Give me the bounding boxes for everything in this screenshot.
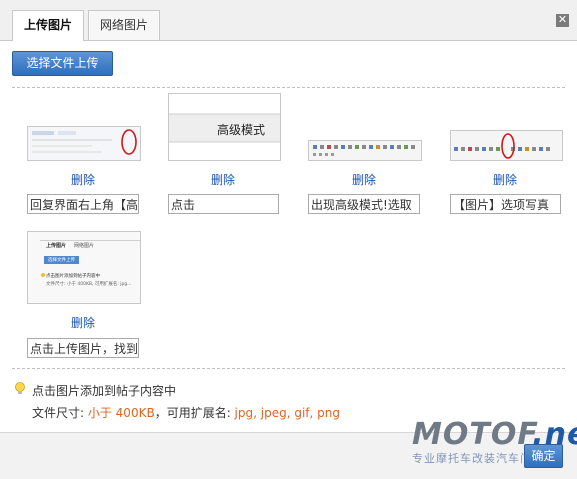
thumbnail-3-graphic — [309, 141, 421, 160]
dialog-footer — [0, 432, 577, 479]
delete-link-5[interactable]: 删除 — [43, 314, 123, 331]
thumbnail-4-graphic — [451, 131, 562, 160]
caption-input-2[interactable]: 点击 — [168, 194, 279, 214]
divider-top — [12, 87, 565, 88]
delete-link-3[interactable]: 删除 — [324, 171, 404, 188]
caption-input-5[interactable]: 点击上传图片，找到 — [27, 338, 139, 358]
image-thumbnail-1[interactable] — [27, 126, 141, 161]
image-thumbnail-4[interactable] — [450, 130, 563, 161]
thumbnail-5-bulb-icon — [41, 273, 45, 277]
thumbnail-5-btn: 选择文件上传 — [44, 256, 79, 264]
ext-label: ，可用扩展名: — [154, 406, 235, 420]
caption-input-3[interactable]: 出现高级模式!选取 — [308, 194, 420, 214]
delete-link-4[interactable]: 删除 — [465, 171, 545, 188]
delete-link-2[interactable]: 删除 — [183, 171, 263, 188]
caption-input-4[interactable]: 【图片】选项写真 — [450, 194, 561, 214]
caption-input-1[interactable]: 回复界面右上角【高 — [27, 194, 139, 214]
tab-web-image[interactable]: 网络图片 — [88, 10, 161, 40]
thumbnail-1-graphic — [28, 127, 140, 160]
size-label: 文件尺寸: — [32, 406, 88, 420]
thumbnail-5-rule — [40, 240, 140, 241]
thumbnail-5-line1: 点击图片添加到帖子内容中 — [46, 274, 100, 279]
thumbnail-5-line2: 文件尺寸: 小于 400KB, 可用扩展名: jpg... — [46, 282, 132, 287]
thumbnail-5-tab1: 上传图片 — [46, 243, 67, 249]
info-line-1: 点击图片添加到帖子内容中 — [32, 384, 177, 398]
upload-info: 点击图片添加到帖子内容中 文件尺寸: 小于 400KB，可用扩展名: jpg, … — [14, 382, 340, 421]
image-thumbnail-2[interactable]: 高级模式 — [168, 93, 281, 161]
divider-bottom — [12, 368, 565, 369]
image-thumbnail-3[interactable] — [308, 140, 422, 161]
tab-bar: 上传图片 网络图片 ✕ — [0, 0, 577, 41]
lightbulb-icon — [15, 382, 25, 394]
thumbnail-5-tab2: 网络图片 — [74, 243, 95, 249]
close-icon[interactable]: ✕ — [556, 14, 569, 27]
select-file-upload-button[interactable]: 选择文件上传 — [12, 51, 113, 76]
tab-upload-image[interactable]: 上传图片 — [12, 10, 85, 41]
ok-button[interactable]: 确定 — [524, 444, 563, 468]
ext-value: jpg, jpeg, gif, png — [234, 406, 340, 420]
size-value: 小于 400KB — [87, 406, 155, 420]
delete-link-1[interactable]: 删除 — [43, 171, 123, 188]
image-thumbnail-5[interactable]: 上传图片 网络图片 选择文件上传 点击图片添加到帖子内容中 文件尺寸: 小于 4… — [27, 231, 141, 304]
thumbnail-2-label: 高级模式 — [217, 123, 266, 137]
info-line-2: 文件尺寸: 小于 400KB，可用扩展名: jpg, jpeg, gif, pn… — [14, 404, 340, 421]
